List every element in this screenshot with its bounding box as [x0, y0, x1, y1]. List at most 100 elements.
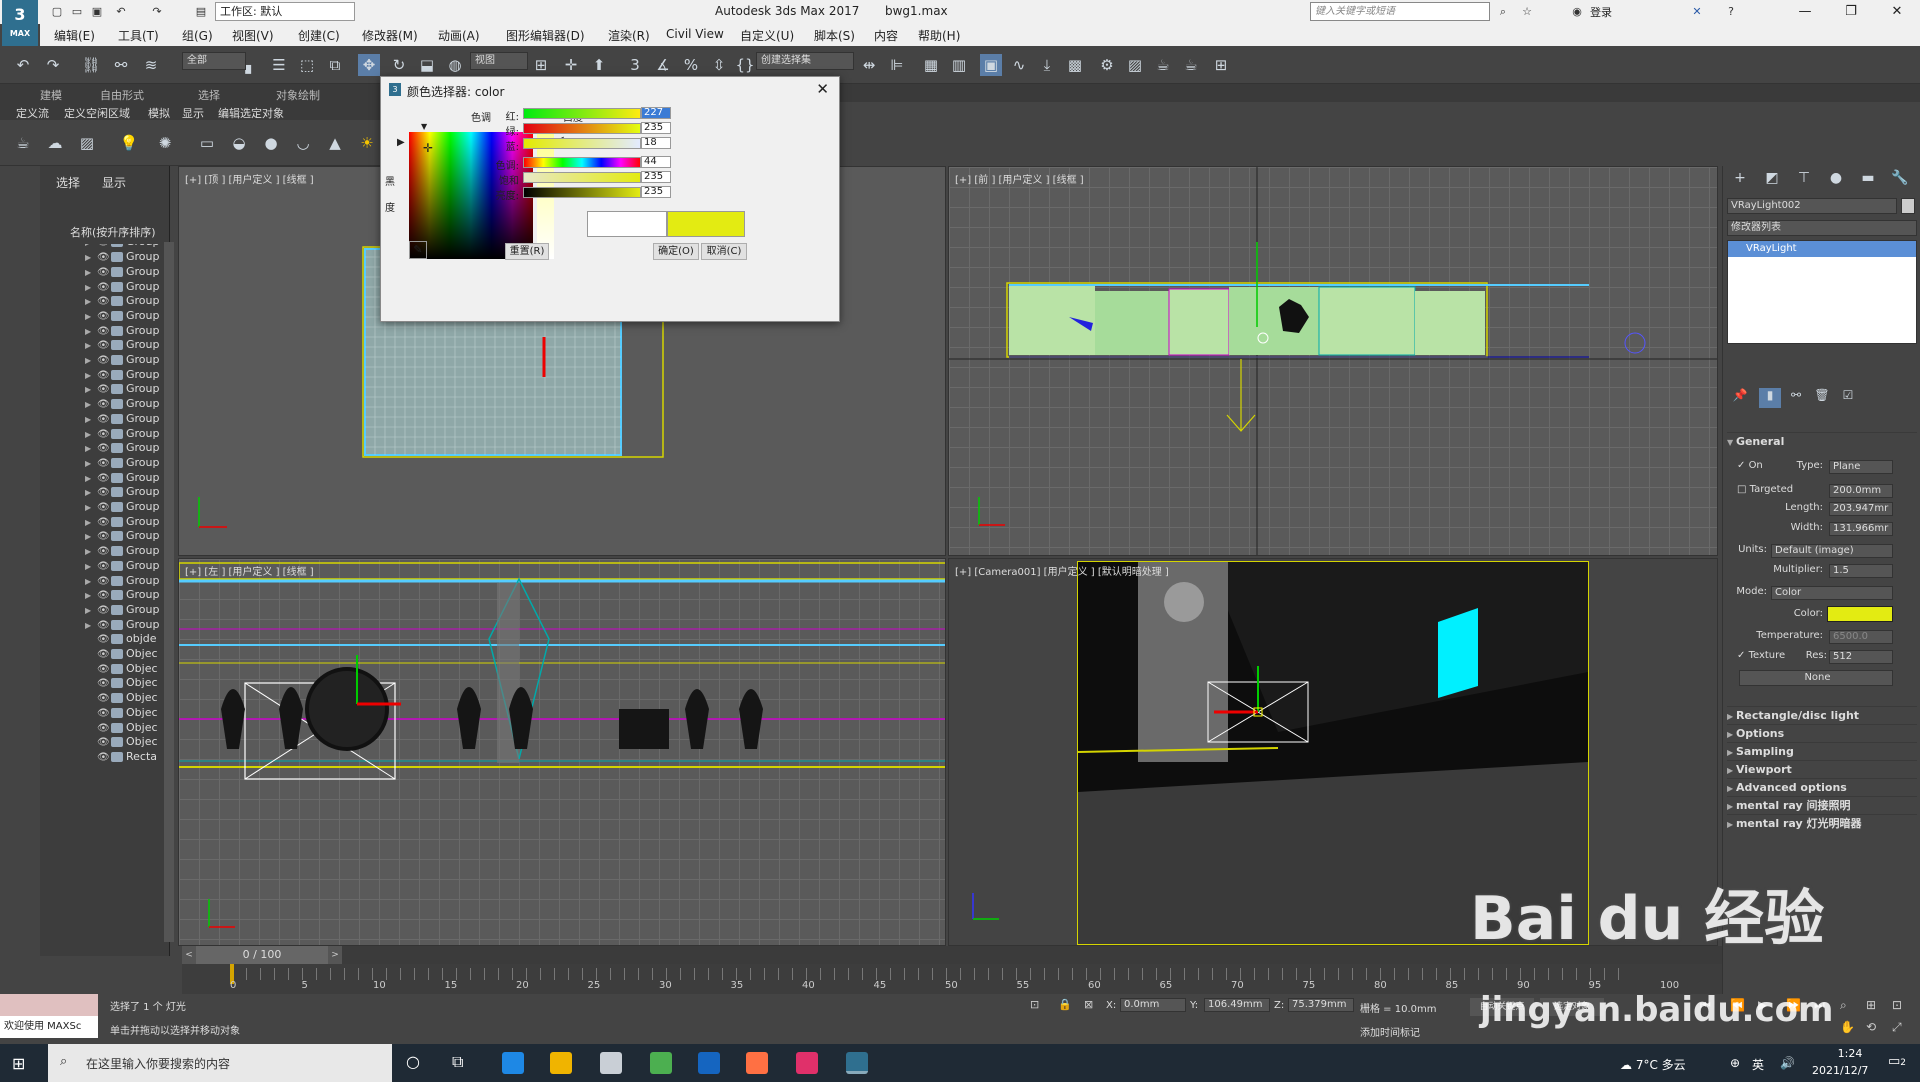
modifier-list-select[interactable]: 修改器列表 — [1727, 220, 1917, 236]
language-icon[interactable]: ⊕ — [1730, 1056, 1740, 1070]
bowl-icon[interactable]: ◡ — [292, 132, 314, 154]
undo-icon[interactable]: ↶ — [12, 54, 34, 76]
multiplier-field[interactable]: 1.5 — [1829, 564, 1893, 578]
column-header-name[interactable]: 名称(按升序排序) — [70, 224, 156, 240]
time-slider-thumb[interactable]: 0 / 100 — [196, 946, 328, 964]
pivot-center-icon[interactable]: ⊞ — [530, 54, 552, 76]
percent-snap-icon[interactable]: % — [680, 54, 702, 76]
menu-rendering[interactable]: 渲染(R) — [608, 27, 650, 44]
hue-picker-marker[interactable]: ✛ — [423, 141, 433, 155]
app-icon-4[interactable] — [796, 1052, 818, 1074]
menu-civil-view[interactable]: Civil View — [666, 27, 724, 41]
viewport-label-left[interactable]: [+] [左 ] [用户定义 ] [线框 ] — [185, 563, 314, 578]
bind-space-warp-icon[interactable]: ≋ — [140, 54, 162, 76]
image-icon[interactable]: ▨ — [76, 132, 98, 154]
clock-time[interactable]: 1:24 — [1820, 1047, 1880, 1060]
clock-date[interactable]: 2021/12/7 — [1812, 1064, 1868, 1077]
hue-pointer[interactable]: ▼ — [421, 122, 427, 131]
sun-icon[interactable]: ☀ — [356, 132, 378, 154]
motion-tab-icon[interactable]: ● — [1825, 170, 1847, 190]
target-distance-field[interactable]: 200.0mm — [1829, 484, 1893, 498]
app-icon-1[interactable] — [600, 1052, 622, 1074]
selection-lock-icon[interactable]: 🔒 — [1058, 998, 1072, 1011]
subtab-display[interactable]: 显示 — [182, 105, 204, 121]
zoom-all-icon[interactable]: ⊞ — [1866, 998, 1876, 1012]
teapot-icon[interactable]: ☕ — [12, 132, 34, 154]
cancel-button[interactable]: 取消(C) — [701, 243, 747, 260]
pin-stack-icon[interactable]: 📌 — [1729, 388, 1751, 408]
color-slider[interactable] — [523, 123, 641, 134]
mode-select[interactable]: Color — [1771, 586, 1893, 600]
object-color-swatch[interactable] — [1901, 198, 1915, 214]
maxscript-mini-listener[interactable]: 欢迎使用 MAXSc — [0, 1016, 98, 1038]
mirror-icon[interactable]: ⇹ — [858, 54, 880, 76]
redo-icon[interactable]: ↷ — [148, 3, 166, 21]
tab-object-paint[interactable]: 对象绘制 — [276, 87, 320, 103]
tab-modeling[interactable]: 建模 — [40, 87, 62, 103]
render-production-icon[interactable]: ☕ — [1152, 54, 1174, 76]
ribbon-toggle-icon[interactable]: ▥ — [948, 54, 970, 76]
absolute-mode-icon[interactable]: ⊠ — [1084, 998, 1093, 1011]
keyboard-shortcut-icon[interactable]: ⬆ — [588, 54, 610, 76]
make-unique-icon[interactable]: ⚯ — [1785, 388, 1807, 408]
reference-coord-select[interactable]: 视图 — [470, 52, 528, 70]
zoom-icon[interactable]: ⌕ — [1840, 998, 1847, 1013]
undo-icon[interactable]: ↶ — [112, 3, 130, 21]
rollout-header[interactable]: ▶ Advanced options — [1727, 778, 1917, 796]
material-editor-icon[interactable]: ▩ — [1064, 54, 1086, 76]
rollout-header[interactable]: ▶ Rectangle/disc light — [1727, 706, 1917, 724]
close-window-button[interactable]: ✕ — [1874, 0, 1920, 24]
reset-button[interactable]: 重置(R) — [505, 243, 549, 260]
color-slider[interactable] — [523, 187, 641, 198]
units-select[interactable]: Default (image) — [1771, 544, 1893, 558]
align-icon[interactable]: ⊫ — [886, 54, 908, 76]
menu-modifiers[interactable]: 修改器(M) — [362, 27, 418, 44]
orbit-icon[interactable]: ⟲ — [1866, 1020, 1876, 1034]
tab-select[interactable]: 选择 — [56, 174, 80, 191]
menu-content[interactable]: 内容 — [874, 27, 898, 44]
scene-object-row[interactable]: 👁 Recta — [85, 748, 170, 766]
taskbar-search-box[interactable]: ⌕ 在这里输入你要搜索的内容 — [48, 1044, 392, 1082]
layer-explorer-icon[interactable]: ▦ — [920, 54, 942, 76]
window-crossing-icon[interactable]: ⧉ — [324, 54, 346, 76]
next-frame-icon[interactable]: > — [328, 946, 342, 964]
a360-render-icon[interactable]: ⊞ — [1210, 54, 1232, 76]
viewport-front[interactable]: [+] [前 ] [用户定义 ] [线框 ] — [948, 166, 1718, 556]
color-slider[interactable] — [523, 138, 641, 149]
curve-editor-icon[interactable]: ∿ — [1008, 54, 1030, 76]
color-slider[interactable] — [523, 172, 641, 183]
rollout-header[interactable]: ▶ mental ray 灯光明暗器 — [1727, 814, 1917, 832]
place-icon[interactable]: ◍ — [444, 54, 466, 76]
menu-edit[interactable]: 编辑(E) — [54, 27, 95, 44]
dialog-close-button[interactable]: ✕ — [816, 80, 829, 98]
hierarchy-tab-icon[interactable]: ⊤ — [1793, 170, 1815, 190]
user-icon[interactable]: ◉ — [1568, 3, 1586, 21]
search-input[interactable]: 键入关键字或短语 — [1310, 2, 1490, 21]
create-tab-icon[interactable]: + — [1729, 170, 1751, 190]
utilities-tab-icon[interactable]: 🔧 — [1889, 170, 1911, 190]
color-slider[interactable] — [523, 157, 641, 168]
length-field[interactable]: 203.947mr — [1829, 502, 1893, 516]
blackness-pointer[interactable]: ▶ — [397, 137, 405, 148]
x-coord-field[interactable]: 0.0mm — [1120, 998, 1186, 1012]
temperature-field[interactable]: 6500.0 — [1829, 630, 1893, 644]
subtab-define-idle-areas[interactable]: 定义空闲区域 — [64, 105, 130, 121]
object-name-field[interactable]: VRayLight002 — [1727, 198, 1897, 214]
maxscript-listener[interactable] — [0, 994, 98, 1016]
menu-scripting[interactable]: 脚本(S) — [814, 27, 855, 44]
dome-light-icon[interactable]: ✺ — [154, 132, 176, 154]
subtab-edit-selected[interactable]: 编辑选定对象 — [218, 105, 284, 121]
render-setup-icon[interactable]: ⚙ — [1096, 54, 1118, 76]
color-value-spinner[interactable]: 235 — [641, 122, 671, 134]
rendered-frame-icon[interactable]: ▨ — [1124, 54, 1146, 76]
cone-icon[interactable]: ▲ — [324, 132, 346, 154]
tab-selection[interactable]: 选择 — [198, 87, 220, 103]
subtab-define-flows[interactable]: 定义流 — [16, 105, 49, 121]
redo-icon[interactable]: ↷ — [42, 54, 64, 76]
prev-frame-icon[interactable]: < — [182, 946, 196, 964]
star-icon[interactable]: ☆ — [1518, 3, 1536, 21]
hemisphere-icon[interactable]: ◒ — [228, 132, 250, 154]
move-icon[interactable]: ✥ — [358, 54, 380, 76]
3dsmax-taskbar-icon[interactable] — [846, 1052, 868, 1074]
width-field[interactable]: 131.966mr — [1829, 522, 1893, 536]
